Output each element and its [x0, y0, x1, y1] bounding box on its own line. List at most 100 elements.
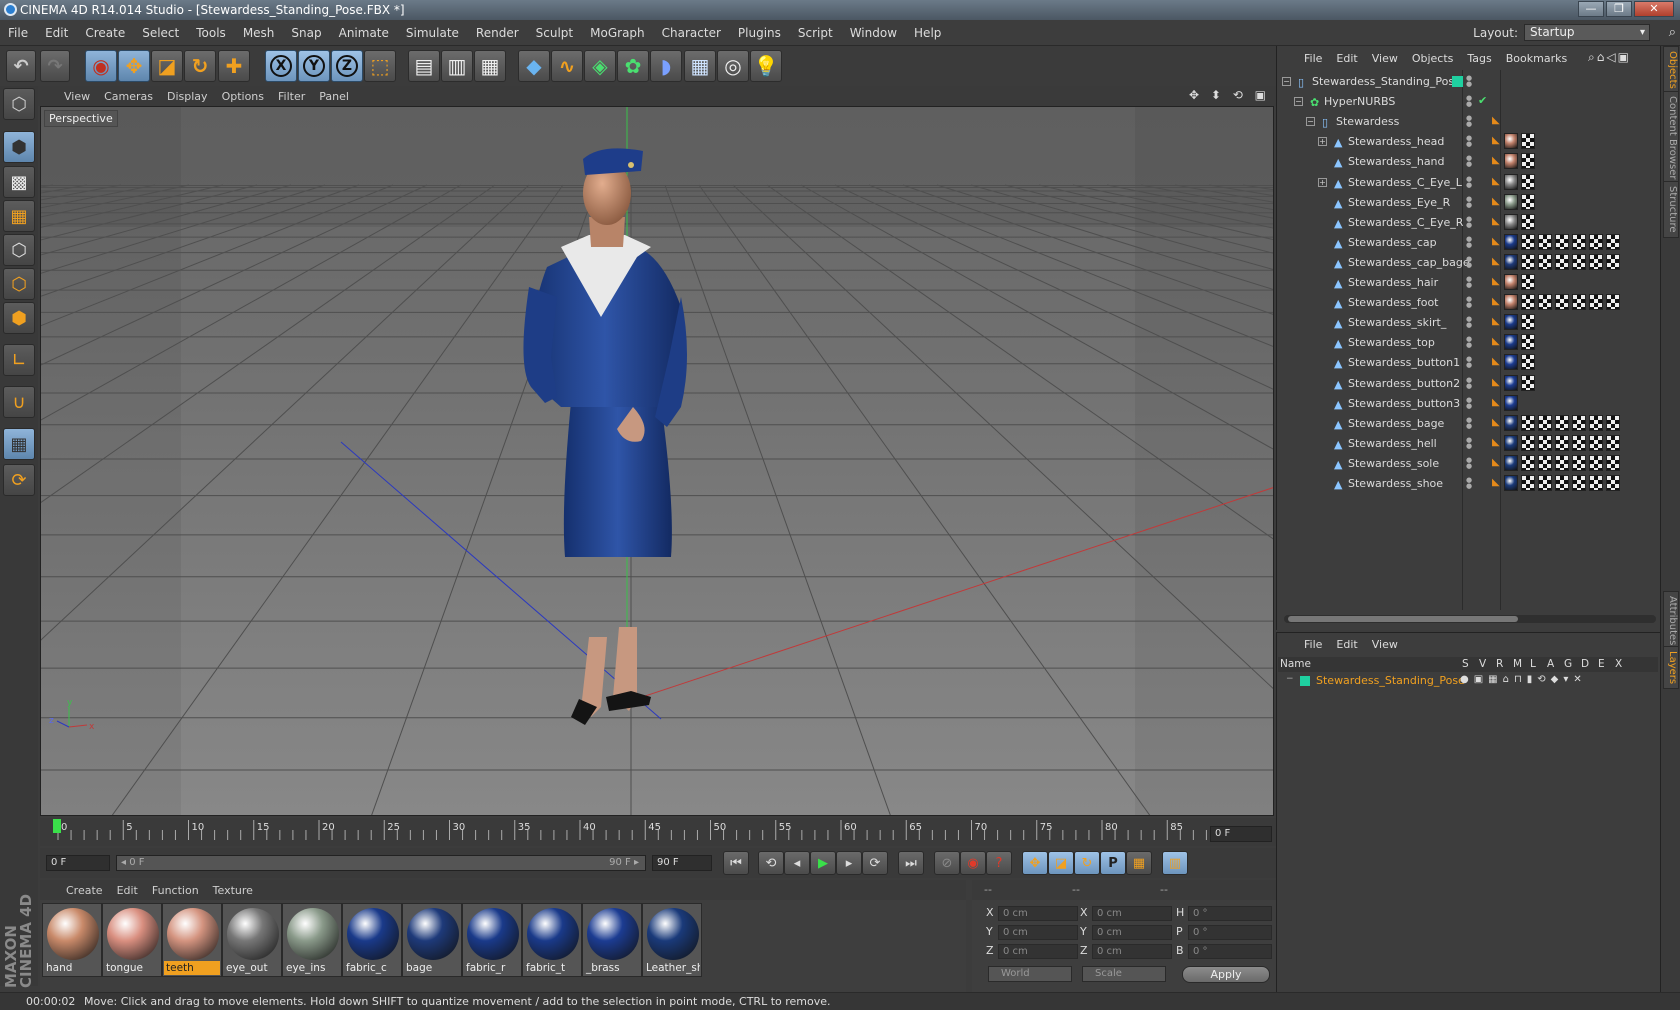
material-tag-icon[interactable]	[1504, 374, 1518, 391]
viewport-nav-icons[interactable]: ✥ ⬍ ⟲ ▣	[1189, 88, 1270, 102]
edges-mode-icon[interactable]: ⬡	[3, 268, 35, 300]
material-tag-icon[interactable]	[1504, 253, 1518, 270]
visibility-dots-icon[interactable]: ● ●	[1466, 316, 1476, 329]
texture-tag-icon[interactable]	[1589, 253, 1603, 270]
layer-flag-x[interactable]: X	[1615, 658, 1622, 670]
object-name[interactable]: HyperNURBS	[1324, 95, 1395, 108]
menu-mograph[interactable]: MoGraph	[590, 26, 645, 40]
workplane-mode-icon[interactable]: ▦	[3, 200, 35, 232]
phong-tag-icon[interactable]: ◣	[1492, 397, 1502, 411]
material-tag-icon[interactable]	[1504, 475, 1518, 491]
texture-tag-icon[interactable]	[1555, 414, 1569, 431]
enabled-check-icon[interactable]: ✔	[1478, 94, 1487, 107]
layer-menu-view[interactable]: View	[1372, 638, 1398, 651]
object-name[interactable]: Stewardess_hand	[1348, 155, 1445, 168]
autokey-icon[interactable]: ◉	[960, 851, 986, 875]
menu-character[interactable]: Character	[662, 26, 721, 40]
phong-tag-icon[interactable]: ◣	[1492, 356, 1502, 370]
material-menu-texture[interactable]: Texture	[213, 884, 253, 897]
visibility-dots-icon[interactable]: ● ●	[1466, 255, 1476, 268]
position-field[interactable]: 0 cm	[998, 925, 1078, 940]
layer-menu-edit[interactable]: Edit	[1336, 638, 1357, 651]
texture-tag-icon[interactable]	[1538, 414, 1552, 431]
viewport-menu-cameras[interactable]: Cameras	[104, 90, 153, 103]
texture-tag-icon[interactable]	[1606, 233, 1620, 250]
object-row[interactable]: − ▯ Stewardess_Standing_Pose ● ●	[1278, 72, 1658, 92]
texture-tag-icon[interactable]	[1521, 133, 1535, 150]
viewport-menu-display[interactable]: Display	[167, 90, 208, 103]
rotation-field[interactable]: 0 °	[1188, 925, 1272, 940]
texture-tag-icon[interactable]	[1572, 475, 1586, 491]
timeline-playhead[interactable]	[53, 819, 61, 833]
timeline-window-icon[interactable]: ▥	[1162, 851, 1188, 875]
layer-flag-m[interactable]: M	[1513, 658, 1522, 670]
object-row[interactable]: − ✿ HyperNURBS ● ● ✔	[1278, 92, 1658, 112]
object-row[interactable]: ▲ Stewardess_button1 ● ● ◣	[1278, 353, 1658, 373]
texture-tag-icon[interactable]	[1521, 253, 1535, 270]
next-frame-icon[interactable]: ▸	[836, 851, 862, 875]
frame-range-slider[interactable]: ◂ 0 F 90 F ▸	[116, 855, 646, 871]
tab-layers[interactable]: Layers	[1663, 646, 1679, 690]
texture-tag-icon[interactable]	[1606, 253, 1620, 270]
layer-row[interactable]: − Stewardess_Standing_Pose ●▣▦⌂⊓▮⟲◆▾✕	[1278, 673, 1658, 690]
texture-tag-icon[interactable]	[1589, 233, 1603, 250]
texture-tag-icon[interactable]	[1521, 213, 1535, 230]
visibility-dots-icon[interactable]: ● ●	[1466, 195, 1476, 208]
key-scale-icon[interactable]: ◪	[1048, 851, 1074, 875]
deformer-icon[interactable]: ◗	[650, 50, 682, 82]
scrollbar-thumb[interactable]	[1288, 616, 1518, 622]
size-field[interactable]: 0 cm	[1092, 944, 1172, 959]
material-hand[interactable]: hand	[42, 903, 102, 977]
move-tool-icon[interactable]: ✥	[118, 50, 150, 82]
object-name[interactable]: Stewardess_head	[1348, 135, 1444, 148]
phong-tag-icon[interactable]: ◣	[1492, 316, 1502, 330]
object-name[interactable]: Stewardess_button3	[1348, 397, 1460, 410]
key-pla-icon[interactable]: ▦	[1126, 851, 1152, 875]
material-bage[interactable]: bage	[402, 903, 462, 977]
texture-tag-icon[interactable]	[1521, 374, 1535, 391]
layer-flag-d[interactable]: D	[1581, 658, 1589, 670]
perspective-viewport[interactable]: Perspective y x z	[40, 106, 1274, 816]
layer-flag-v[interactable]: V	[1479, 658, 1486, 670]
object-name[interactable]: Stewardess_hell	[1348, 437, 1437, 450]
texture-tag-icon[interactable]	[1606, 414, 1620, 431]
phong-tag-icon[interactable]: ◣	[1492, 377, 1502, 391]
menu-create[interactable]: Create	[85, 26, 125, 40]
play-forward-icon[interactable]: ▶	[810, 851, 836, 875]
cube-object-icon[interactable]: ◆	[518, 50, 550, 82]
object-row[interactable]: ▲ Stewardess_hell ● ● ◣	[1278, 434, 1658, 454]
material-tag-icon[interactable]	[1504, 354, 1518, 371]
material-tag-icon[interactable]	[1504, 434, 1518, 451]
position-field[interactable]: 0 cm	[998, 944, 1078, 959]
texture-tag-icon[interactable]	[1555, 294, 1569, 311]
texture-tag-icon[interactable]	[1589, 454, 1603, 471]
texture-tag-icon[interactable]	[1538, 475, 1552, 491]
phong-tag-icon[interactable]: ◣	[1492, 236, 1502, 250]
visibility-dots-icon[interactable]: ● ●	[1466, 175, 1476, 188]
object-menu-edit[interactable]: Edit	[1336, 52, 1357, 65]
texture-tag-icon[interactable]	[1521, 475, 1535, 491]
timeline-ruler[interactable]: 051015202530354045505560657075808590	[40, 818, 1276, 846]
visibility-dots-icon[interactable]: ● ●	[1466, 95, 1476, 108]
previous-key-icon[interactable]: ⟲	[758, 851, 784, 875]
size-field[interactable]: 0 cm	[1092, 925, 1172, 940]
object-name[interactable]: Stewardess_cap	[1348, 236, 1437, 249]
object-name[interactable]: Stewardess_cap_bage	[1348, 256, 1470, 269]
texture-mode-icon[interactable]: ▩	[3, 166, 35, 198]
material-tag-icon[interactable]	[1504, 414, 1518, 431]
coordinate-space-dropdown[interactable]: World	[988, 966, 1072, 982]
texture-tag-icon[interactable]	[1606, 434, 1620, 451]
object-row[interactable]: ▲ Stewardess_cap_bage ● ● ◣	[1278, 253, 1658, 273]
visibility-dots-icon[interactable]: ● ●	[1466, 215, 1476, 228]
texture-tag-icon[interactable]	[1555, 454, 1569, 471]
array-generator-icon[interactable]: ✿	[617, 50, 649, 82]
menu-script[interactable]: Script	[798, 26, 833, 40]
layer-flag-s[interactable]: S	[1462, 658, 1469, 670]
visibility-dots-icon[interactable]: ● ●	[1466, 356, 1476, 369]
visibility-dots-icon[interactable]: ● ●	[1466, 135, 1476, 148]
menu-select[interactable]: Select	[142, 26, 179, 40]
object-row[interactable]: ▲ Stewardess_hair ● ● ◣	[1278, 273, 1658, 293]
object-row[interactable]: ▲ Stewardess_hand ● ● ◣	[1278, 152, 1658, 172]
object-name[interactable]: Stewardess_Eye_R	[1348, 196, 1450, 209]
visibility-dots-icon[interactable]: ● ●	[1466, 155, 1476, 168]
